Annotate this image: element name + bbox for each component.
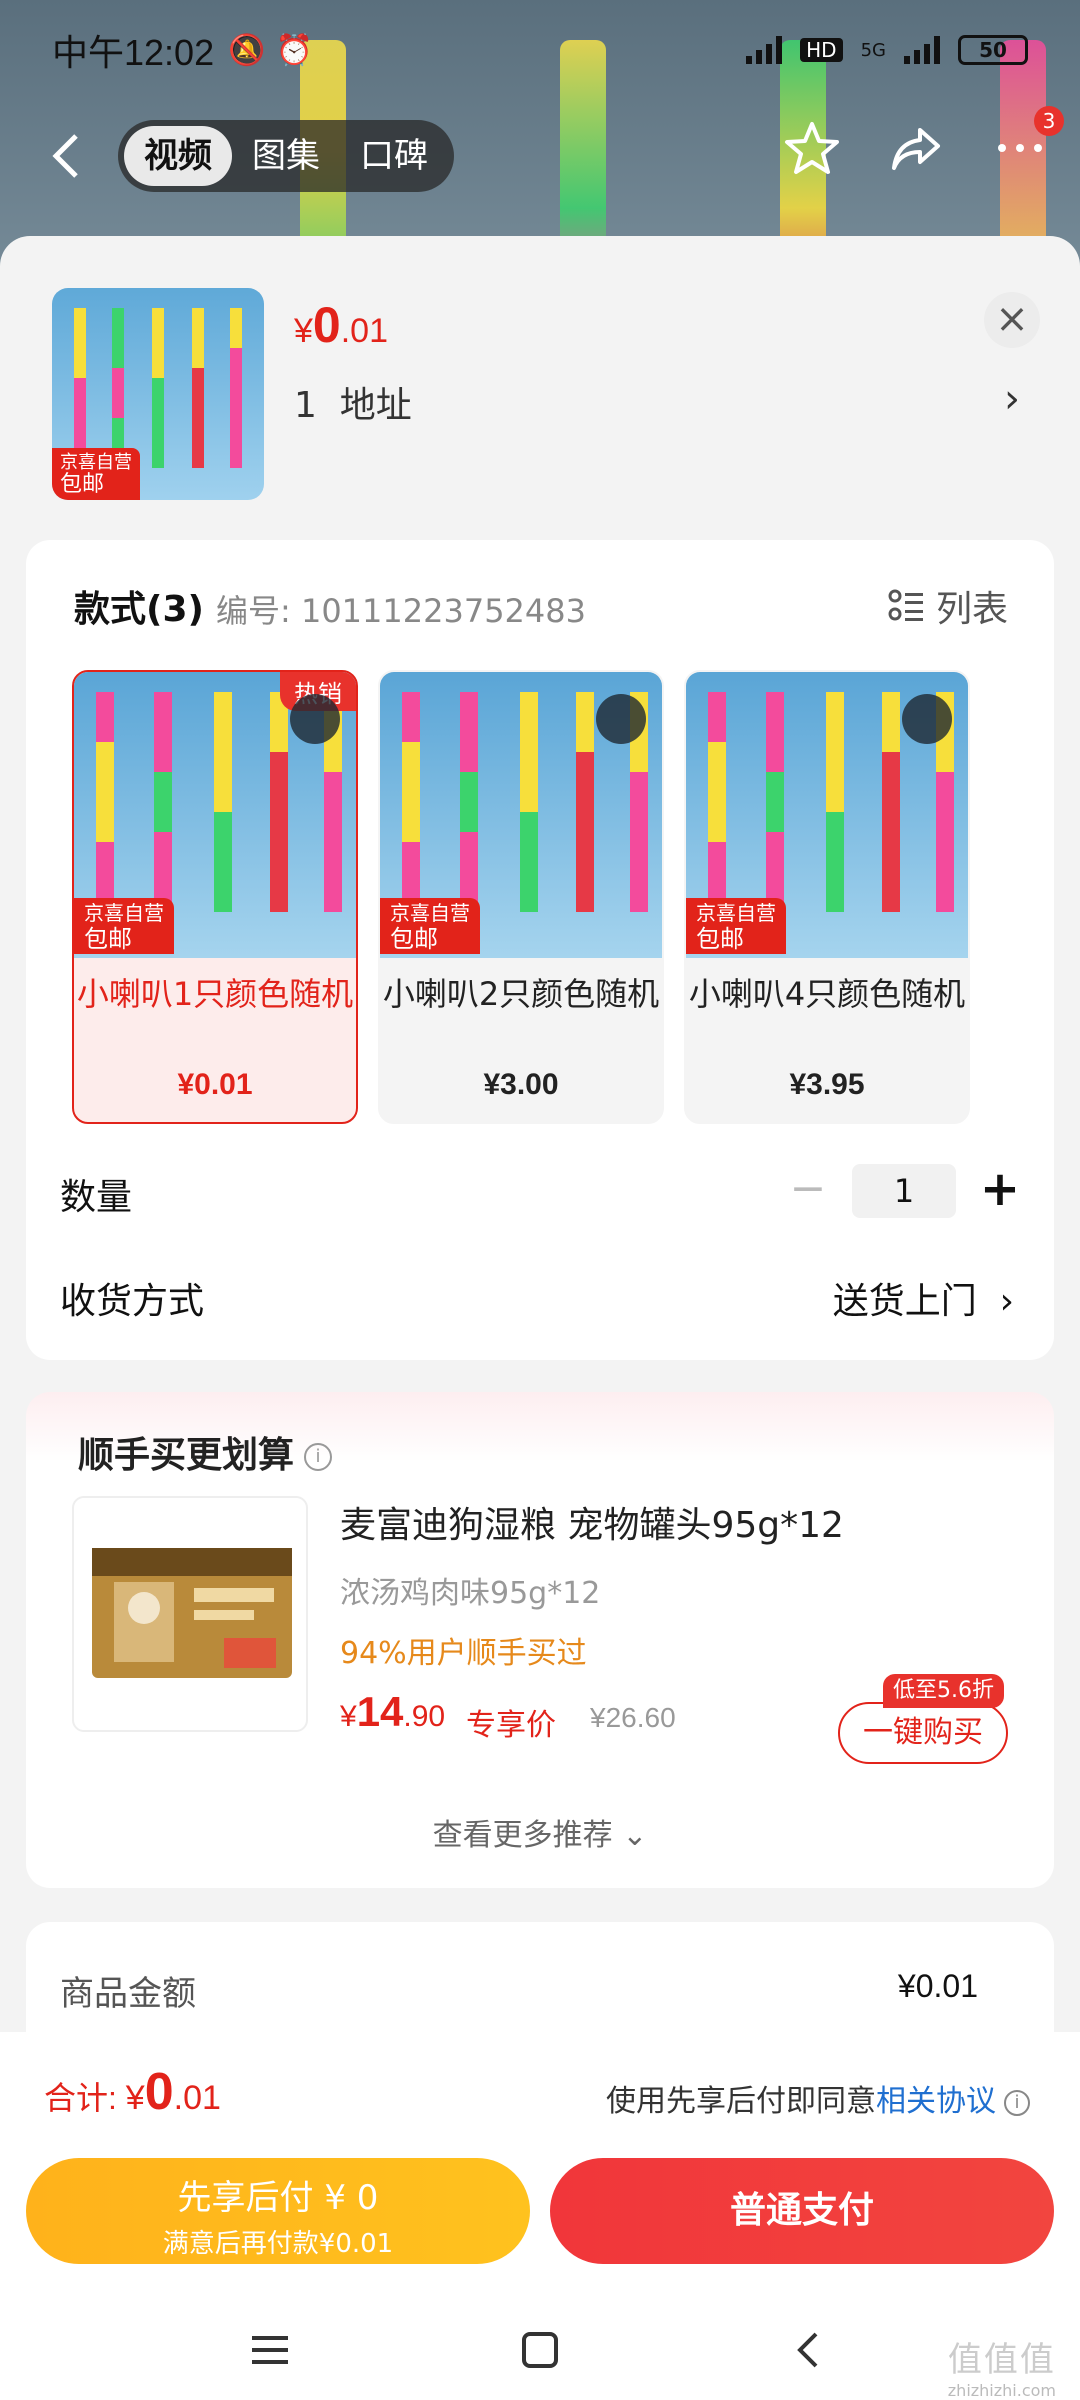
favorite-star-icon[interactable] xyxy=(782,118,842,178)
more-menu-button[interactable]: 3 xyxy=(990,106,1064,178)
list-view-toggle[interactable]: 列表 xyxy=(888,580,1008,632)
order-total: 合计: ¥0.01 xyxy=(44,2063,221,2121)
site-watermark: 值值值 zhizhizhi.com xyxy=(947,2340,1056,2400)
cell-signal-icon xyxy=(904,36,940,64)
expand-image-icon[interactable] xyxy=(596,694,646,744)
sku-price: ¥3.00 xyxy=(483,1068,559,1101)
mute-icon: 🔕 xyxy=(228,32,266,68)
sku-option-list: 热销 京喜自营包邮 小喇叭1只颜色随机 ¥0.01 京喜自营包 xyxy=(72,670,970,1124)
decrease-quantity-button[interactable]: − xyxy=(786,1167,830,1213)
expand-image-icon[interactable] xyxy=(902,694,952,744)
sku-price: ¥0.01 xyxy=(177,1068,253,1101)
tab-video[interactable]: 视频 xyxy=(124,126,232,186)
sku-option[interactable]: 京喜自营 包邮 小喇叭4只颜色随机 ¥3.95 xyxy=(684,670,970,1124)
sku-option[interactable]: 京喜自营 包邮 小喇叭2只颜色随机 ¥3.00 xyxy=(378,670,664,1124)
purchase-stat: 94%用户顺手买过 xyxy=(340,1636,587,1671)
self-operated-tag: 京喜自营 包邮 xyxy=(686,898,786,954)
discount-badge: 低至5.6折 xyxy=(883,1674,1004,1708)
quantity-input[interactable]: 1 xyxy=(852,1164,956,1218)
address-selector[interactable]: 1 地址 xyxy=(294,376,412,428)
quantity-label: 数量 xyxy=(60,1177,133,1218)
product-thumbnail: 京喜自营 包邮 xyxy=(52,288,264,500)
network-type: 5G xyxy=(860,39,886,61)
recommendation-title: 顺手买更划算 i xyxy=(78,1426,333,1478)
back-arrow-icon[interactable] xyxy=(40,126,96,186)
agreement-link[interactable]: 相关协议 xyxy=(876,2084,996,2119)
close-sheet-button[interactable]: × xyxy=(984,292,1040,348)
recent-apps-icon[interactable] xyxy=(250,2330,290,2370)
checkout-bar: 合计: ¥0.01 使用先享后付即同意相关协议 i 先享后付 ¥ 0 满意后再付款… xyxy=(0,2032,1080,2400)
list-icon xyxy=(888,589,923,621)
sku-name: 小喇叭1只颜色随机 xyxy=(76,975,354,1013)
agreement-notice: 使用先享后付即同意相关协议 i xyxy=(606,2076,1030,2120)
product-summary: 京喜自营 包邮 ¥0.01 × 1 地址 › xyxy=(0,236,1080,536)
battery-icon: 50 xyxy=(958,35,1028,65)
sku-name: 小喇叭4只颜色随机 xyxy=(688,975,966,1013)
pay-later-title: 先享后付 ¥ 0 xyxy=(177,2178,379,2218)
status-bar: 中午12:02 🔕 ⏰ HD 5G 50 xyxy=(0,0,1080,100)
pay-later-button[interactable]: 先享后付 ¥ 0 满意后再付款¥0.01 xyxy=(26,2158,530,2264)
chevron-right-icon: › xyxy=(999,1281,1014,1322)
expand-image-icon[interactable] xyxy=(290,694,340,744)
sku-price: ¥3.95 xyxy=(789,1068,865,1101)
sku-name: 小喇叭2只颜色随机 xyxy=(382,975,660,1013)
sku-option[interactable]: 热销 京喜自营包邮 小喇叭1只颜色随机 ¥0.01 xyxy=(72,670,358,1124)
chevron-right-icon[interactable]: › xyxy=(1004,376,1020,422)
home-icon[interactable] xyxy=(520,2330,560,2370)
notification-badge: 3 xyxy=(1034,106,1064,136)
shipping-label: 收货方式 xyxy=(60,1281,205,1322)
top-navigation: 视频 图集 口碑 3 xyxy=(0,106,1080,194)
sku-options-card: 款式(3) 编号: 10111223752483 列表 热销 xyxy=(26,540,1054,1360)
self-operated-tag: 京喜自营 包邮 xyxy=(52,448,140,500)
list-label: 列表 xyxy=(935,589,1008,630)
product-code: 编号: 10111223752483 xyxy=(216,592,586,630)
back-icon[interactable] xyxy=(790,2330,830,2370)
tab-reviews[interactable]: 口碑 xyxy=(340,126,448,186)
info-icon[interactable]: i xyxy=(1004,2089,1030,2116)
media-tab-switcher: 视频 图集 口碑 xyxy=(118,120,454,192)
goods-amount-label: 商品金额 xyxy=(60,1974,196,2014)
share-icon[interactable] xyxy=(886,118,946,178)
self-operated-tag: 京喜自营 包邮 xyxy=(380,898,480,954)
normal-pay-button[interactable]: 普通支付 xyxy=(550,2158,1054,2264)
product-price: ¥0.01 xyxy=(294,297,388,353)
original-price: ¥26.60 xyxy=(590,1702,676,1733)
system-navigation-bar xyxy=(0,2300,1080,2400)
more-recommendations-link[interactable]: 查看更多推荐 ⌄ xyxy=(26,1810,1054,1854)
info-icon[interactable]: i xyxy=(304,1443,333,1471)
recommended-product-price: ¥14.90 xyxy=(340,1688,446,1735)
recommendation-card: 顺手买更划算 i 麦富迪狗湿粮 宠物罐头95g*12 浓汤鸡肉味95g*12 94… xyxy=(26,1392,1054,1888)
goods-amount-value: ¥0.01 xyxy=(897,1968,978,2004)
status-time: 中午12:02 xyxy=(52,32,215,73)
shipping-method-value: 送货上门 xyxy=(832,1281,977,1322)
recommended-product-name[interactable]: 麦富迪狗湿粮 宠物罐头95g*12 xyxy=(340,1496,844,1548)
one-click-buy-button[interactable]: 一键购买 xyxy=(838,1702,1008,1764)
self-operated-tag: 京喜自营 包邮 xyxy=(74,898,174,954)
increase-quantity-button[interactable]: + xyxy=(978,1165,1022,1213)
wifi-signal-icon xyxy=(746,36,783,64)
alarm-icon: ⏰ xyxy=(275,32,313,68)
hd-icon: HD xyxy=(800,38,843,62)
close-icon: × xyxy=(995,296,1029,342)
recommended-product-spec: 浓汤鸡肉味95g*12 xyxy=(340,1576,601,1611)
style-section-title: 款式(3) xyxy=(74,589,204,630)
exclusive-price-label: 专享价 xyxy=(466,1708,556,1743)
shipping-method-selector[interactable]: 送货上门 › xyxy=(833,1272,1014,1324)
recommended-product-image[interactable] xyxy=(72,1496,308,1732)
quantity-stepper: − 1 + xyxy=(786,1164,1022,1218)
pet-food-box-image xyxy=(92,1548,292,1678)
pay-later-subtitle: 满意后再付款¥0.01 xyxy=(162,2229,394,2259)
tab-gallery[interactable]: 图集 xyxy=(232,126,340,186)
